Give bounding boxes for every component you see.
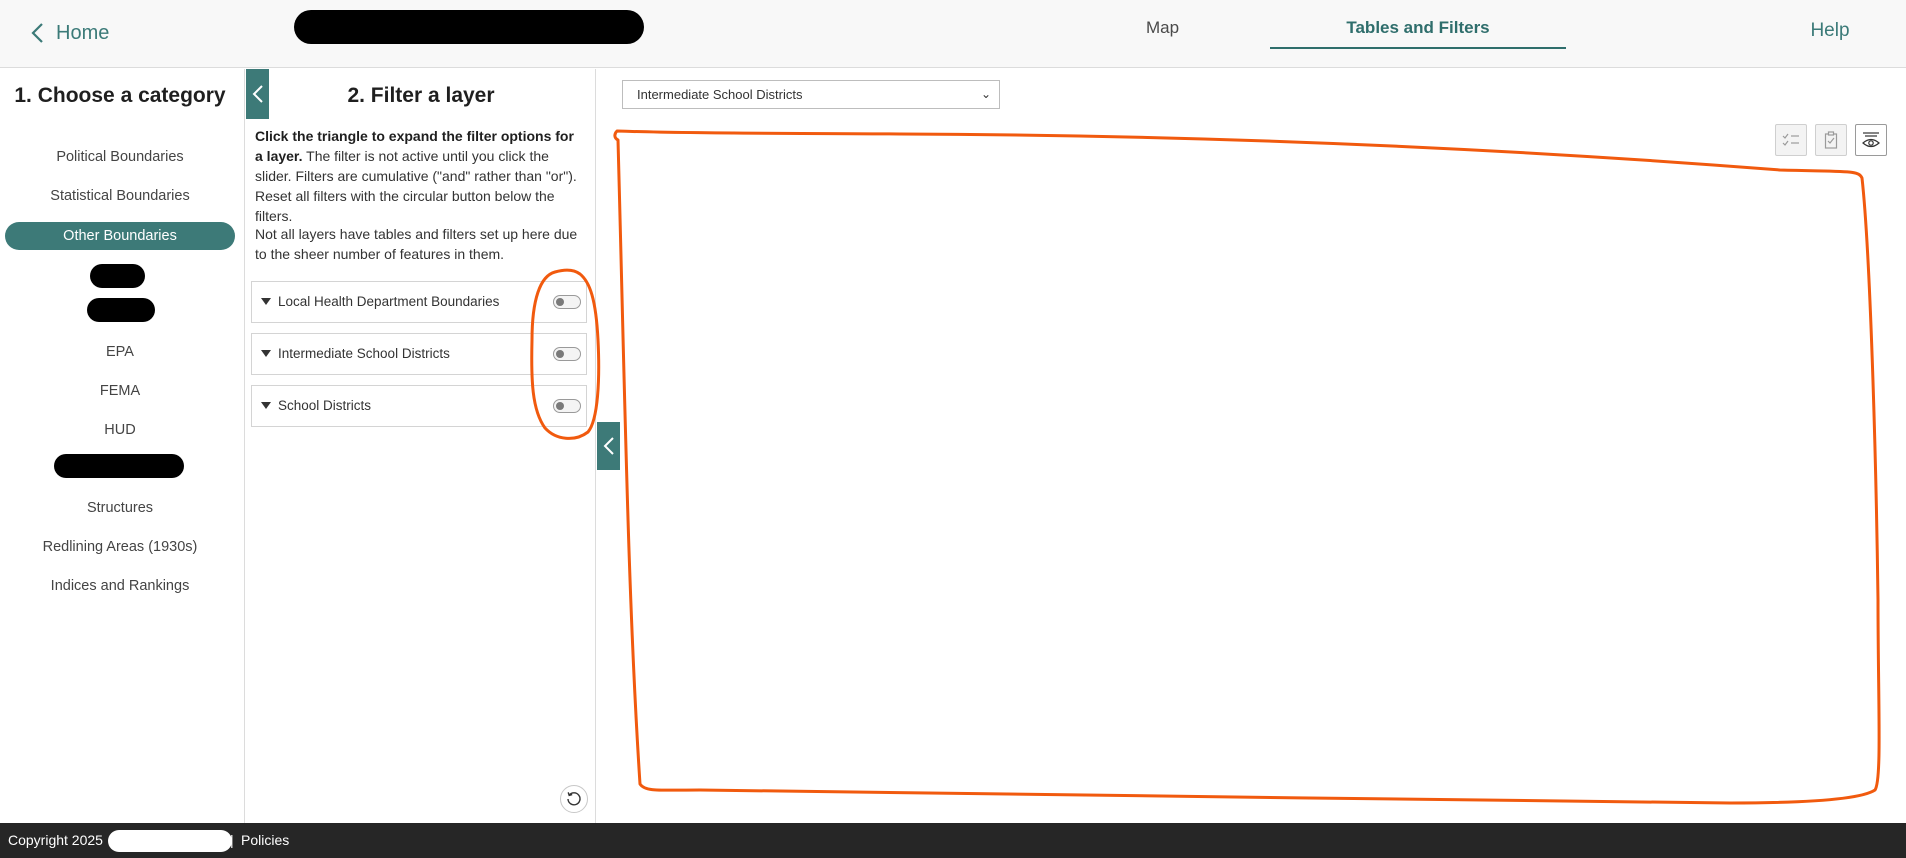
- category-epa[interactable]: EPA: [5, 338, 235, 366]
- expand-triangle-icon[interactable]: [261, 298, 271, 305]
- chevron-down-icon: ⌄: [980, 87, 991, 101]
- show-columns-button[interactable]: [1855, 124, 1887, 156]
- layer-row[interactable]: Intermediate School Districts: [251, 333, 587, 375]
- filter-panel: 2. Filter a layer Click the triangle to …: [246, 69, 596, 823]
- home-link[interactable]: Home: [30, 18, 109, 48]
- layer-filter-toggle[interactable]: [553, 399, 581, 413]
- layer-name: Intermediate School Districts: [278, 346, 450, 361]
- category-hud[interactable]: HUD: [5, 416, 235, 444]
- category-indices-and-rankings[interactable]: Indices and Rankings: [5, 572, 235, 600]
- tab-map[interactable]: Map: [1080, 18, 1245, 38]
- checklist-icon: [1782, 133, 1799, 146]
- redacted-category[interactable]: [90, 264, 145, 288]
- layer-filter-toggle[interactable]: [553, 295, 581, 309]
- select-all-button[interactable]: [1775, 124, 1807, 156]
- category-statistical-boundaries[interactable]: Statistical Boundaries: [5, 182, 235, 210]
- redacted-organization: [108, 830, 232, 852]
- table-panel: Intermediate School Districts ⌄: [597, 69, 1906, 823]
- toggle-knob: [556, 402, 564, 410]
- footer-policies-link[interactable]: Policies: [241, 832, 289, 848]
- app-header: Home Map Tables and Filters Help: [0, 0, 1906, 68]
- help-link[interactable]: Help: [1790, 20, 1870, 42]
- category-panel: 1. Choose a category Political Boundarie…: [0, 69, 245, 823]
- toggle-knob: [556, 350, 564, 358]
- category-political-boundaries[interactable]: Political Boundaries: [5, 143, 235, 171]
- expand-triangle-icon[interactable]: [261, 350, 271, 357]
- tab-tables-and-filters[interactable]: Tables and Filters: [1270, 18, 1566, 38]
- category-redlining-areas[interactable]: Redlining Areas (1930s): [5, 533, 235, 561]
- category-fema[interactable]: FEMA: [5, 377, 235, 405]
- active-tab-indicator: [1270, 47, 1566, 49]
- layer-name: Local Health Department Boundaries: [278, 294, 500, 309]
- app-footer: Copyright 2025 | Policies: [0, 823, 1906, 858]
- footer-copyright: Copyright 2025: [8, 832, 103, 848]
- filter-instructions-text: The filter is not active until you click…: [255, 148, 577, 224]
- category-other-boundaries[interactable]: Other Boundaries: [5, 222, 235, 250]
- layer-name: School Districts: [278, 398, 372, 413]
- redacted-app-title: [294, 10, 644, 44]
- chevron-left-icon: [31, 23, 43, 43]
- redacted-category[interactable]: [54, 454, 184, 478]
- layer-select-dropdown[interactable]: Intermediate School Districts ⌄: [622, 80, 1000, 109]
- category-panel-title: 1. Choose a category: [14, 84, 226, 107]
- filter-note: Not all layers have tables and filters s…: [255, 226, 578, 262]
- redacted-category[interactable]: [87, 298, 155, 322]
- eye-list-icon: [1862, 132, 1880, 148]
- reset-icon: [567, 792, 581, 806]
- home-label: Home: [56, 21, 110, 44]
- layer-row[interactable]: School Districts: [251, 385, 587, 427]
- clear-selection-button[interactable]: [1815, 124, 1847, 156]
- clipboard-icon: [1824, 131, 1838, 149]
- layer-select-value: Intermediate School Districts: [637, 87, 803, 102]
- toggle-knob: [556, 298, 564, 306]
- filter-panel-title: 2. Filter a layer: [347, 84, 495, 107]
- filter-instructions: Click the triangle to expand the filter …: [255, 126, 585, 226]
- footer-separator: |: [230, 832, 234, 848]
- layer-filter-toggle[interactable]: [553, 347, 581, 361]
- category-structures[interactable]: Structures: [5, 494, 235, 522]
- layer-row[interactable]: Local Health Department Boundaries: [251, 281, 587, 323]
- expand-triangle-icon[interactable]: [261, 402, 271, 409]
- reset-filters-button[interactable]: [560, 785, 588, 813]
